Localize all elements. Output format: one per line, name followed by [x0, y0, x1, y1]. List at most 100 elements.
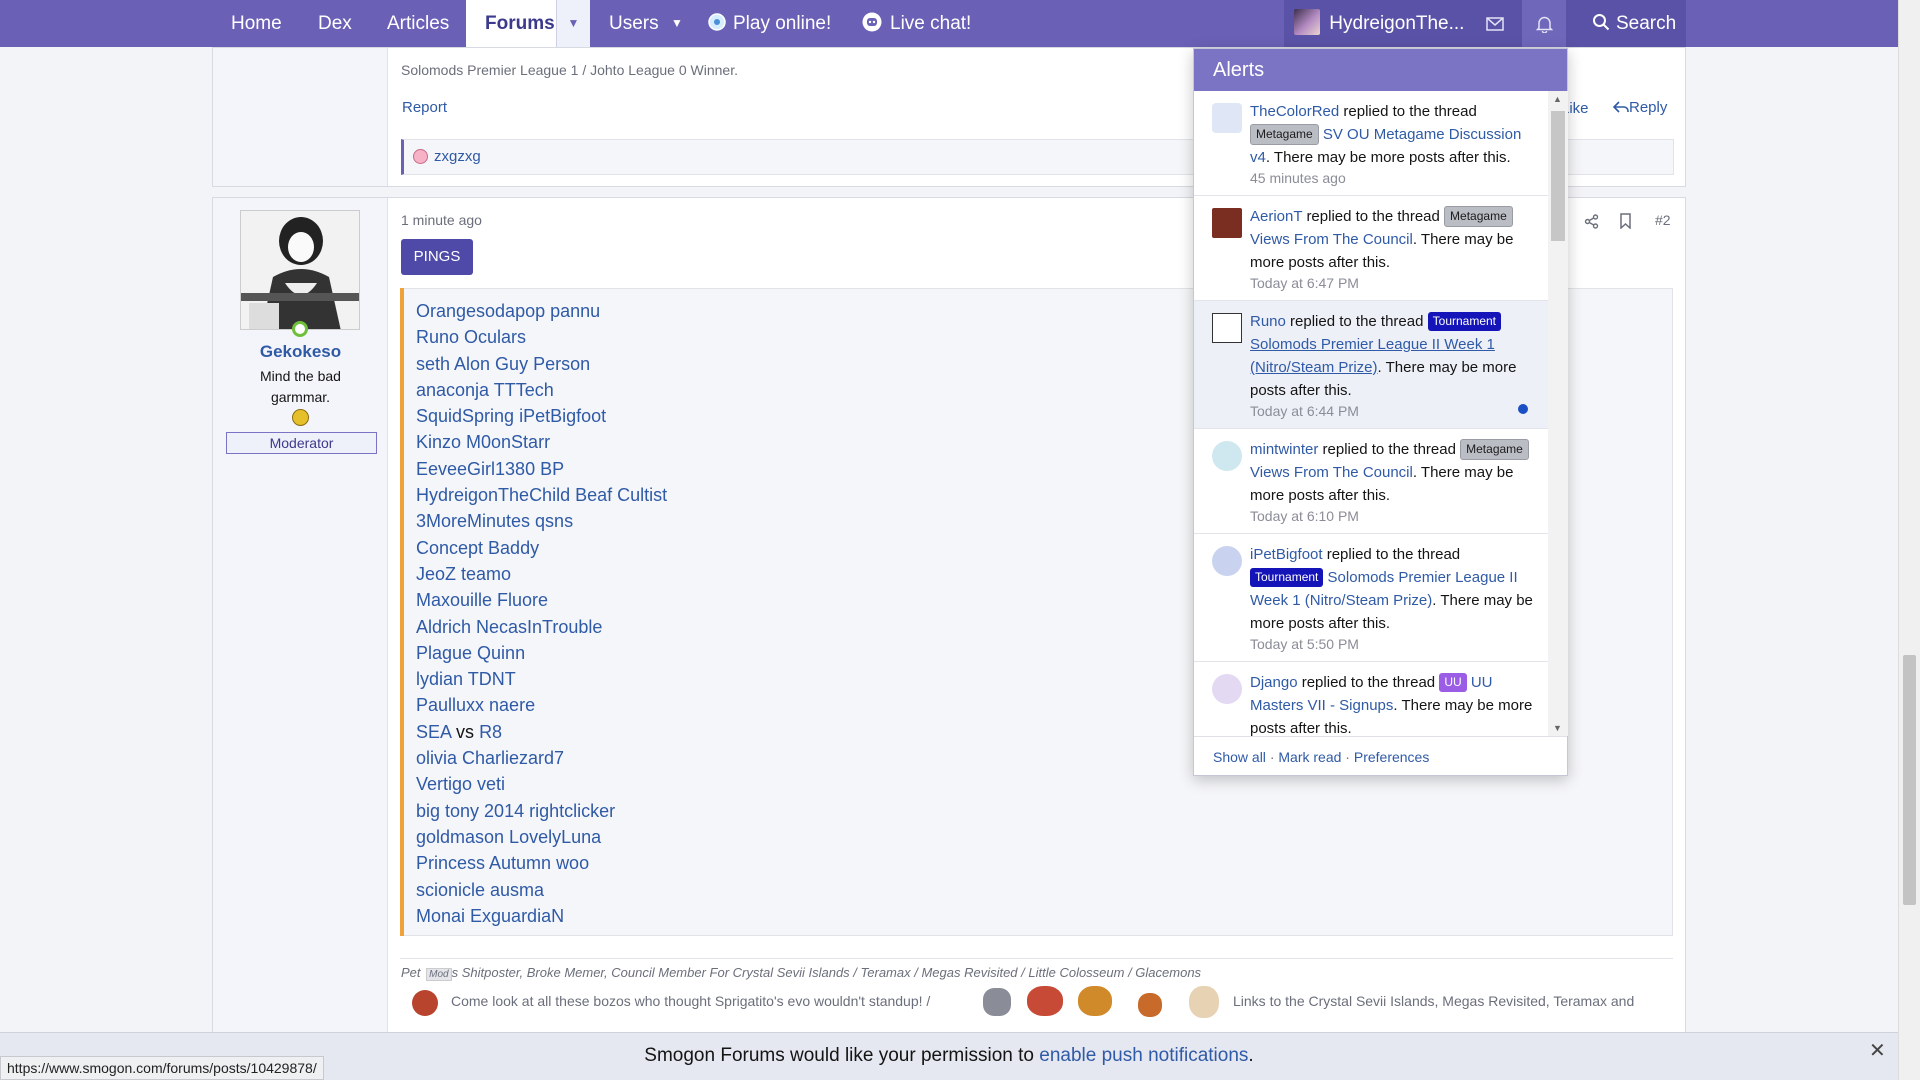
ping-item[interactable]: scionicle ausma — [416, 877, 667, 903]
ping-item[interactable]: seth Alon Guy Person — [416, 351, 667, 377]
scroll-down-arrow-icon[interactable]: ▼ — [1553, 723, 1562, 733]
ping-item[interactable]: Paulluxx naere — [416, 692, 667, 718]
ping-item[interactable]: Maxouille Fluore — [416, 587, 667, 613]
status-bar-url: https://www.smogon.com/forums/posts/1042… — [0, 1056, 324, 1080]
nav-articles[interactable]: Articles — [387, 0, 449, 47]
alert-prefix-tag: Metagame — [1250, 124, 1319, 145]
ping-item[interactable]: olivia Charliezard7 — [416, 745, 667, 771]
alert-user-link[interactable]: AerionT — [1250, 208, 1302, 225]
pings-spoiler-button[interactable]: PINGS — [401, 239, 473, 275]
alert-user-avatar — [1212, 313, 1242, 343]
pokemon-sprite-icon — [1189, 986, 1219, 1018]
preferences-link[interactable]: Preferences — [1354, 749, 1429, 765]
alerts-list: TheColorRed replied to the thread Metaga… — [1194, 91, 1548, 736]
ping-item[interactable]: lydian TDNT — [416, 666, 667, 692]
ping-item[interactable]: Concept Baddy — [416, 535, 667, 561]
alert-prefix-tag: Tournament — [1250, 568, 1324, 587]
alert-thread-link[interactable]: Views From The Council — [1250, 464, 1413, 481]
report-link[interactable]: Report — [402, 99, 447, 116]
post-signature-line: Solomods Premier League 1 / Johto League… — [401, 62, 738, 78]
alert-prefix-tag: UU — [1439, 673, 1467, 692]
nav-user-account[interactable]: HydreigonThe... — [1294, 0, 1464, 47]
alerts-scrollbar[interactable]: ▲ ▼ — [1548, 91, 1568, 736]
ping-item[interactable]: Aldrich NecasInTrouble — [416, 614, 667, 640]
alert-item[interactable]: mintwinter replied to the thread Metagam… — [1194, 429, 1548, 534]
ping-item[interactable]: Orangesodapop pannu — [416, 298, 667, 324]
ping-item[interactable]: anaconja TTTech — [416, 377, 667, 403]
nav-play-online[interactable]: Play online! — [707, 0, 831, 47]
ping-item[interactable]: EeveeGirl1380 BP — [416, 456, 667, 482]
signature-line-1: Pet Mod s Shitposter, Broke Memer, Counci… — [401, 965, 1202, 981]
alert-user-link[interactable]: iPetBigfoot — [1250, 546, 1323, 563]
sig-text: s Shitposter, Broke Memer, Council Membe… — [451, 965, 1202, 980]
alert-suffix: . There may be more posts after this. — [1265, 149, 1511, 166]
alert-action: replied to the thread — [1322, 441, 1456, 458]
close-notice-icon[interactable]: ✕ — [1869, 1041, 1886, 1061]
ping-versus-left[interactable]: SEA — [416, 722, 451, 742]
nav-search[interactable]: Search — [1580, 0, 1686, 47]
nav-home[interactable]: Home — [231, 0, 282, 47]
ping-item[interactable]: 3MoreMinutes qsns — [416, 508, 667, 534]
alert-item-unread[interactable]: Runo replied to the thread Tournament So… — [1194, 301, 1548, 429]
sig-mod-badge: Mod — [426, 968, 452, 981]
reply-link[interactable]: Reply — [1613, 99, 1667, 116]
ping-item[interactable]: Vertigo veti — [416, 771, 667, 797]
play-online-label: Play online! — [733, 13, 832, 34]
scroll-up-arrow-icon[interactable]: ▲ — [1553, 94, 1562, 104]
bookmark-icon[interactable] — [1619, 213, 1632, 229]
nav-live-chat[interactable]: Live chat! — [862, 0, 971, 47]
mark-read-link[interactable]: Mark read — [1278, 749, 1341, 765]
ping-item[interactable]: Princess Autumn woo — [416, 850, 667, 876]
alert-user-link[interactable]: Django — [1250, 674, 1298, 691]
nav-dex[interactable]: Dex — [318, 0, 352, 47]
alert-thread-link[interactable]: Views From The Council — [1250, 231, 1413, 248]
avatar-sketch-image — [241, 211, 359, 329]
alerts-footer: Show all · Mark read · Preferences — [1194, 736, 1567, 776]
alert-user-link[interactable]: Runo — [1250, 313, 1286, 330]
ping-item[interactable]: JeoZ teamo — [416, 561, 667, 587]
author-badge-icon — [292, 409, 309, 426]
reply-icon — [1613, 100, 1629, 113]
alert-time: Today at 6:10 PM — [1250, 508, 1359, 524]
author-name[interactable]: Gekokeso — [213, 342, 388, 362]
online-status-icon — [292, 321, 308, 337]
ping-item[interactable]: SquidSpring iPetBigfoot — [416, 403, 667, 429]
alerts-scrollbar-thumb[interactable] — [1551, 111, 1565, 241]
share-icon[interactable] — [1584, 214, 1599, 229]
ping-item[interactable]: HydreigonTheChild Beaf Cultist — [416, 482, 667, 508]
alert-item[interactable]: TheColorRed replied to the thread Metaga… — [1194, 91, 1548, 196]
play-online-icon — [708, 13, 726, 32]
page-scrollbar[interactable] — [1898, 0, 1920, 1080]
reaction-user-link[interactable]: zxgzxg — [434, 148, 481, 165]
ping-item[interactable]: Monai ExguardiaN — [416, 903, 667, 929]
users-dropdown-caret-icon[interactable]: ▼ — [660, 0, 694, 47]
enable-push-link[interactable]: enable push notifications — [1039, 1045, 1248, 1066]
ping-item[interactable]: big tony 2014 rightclicker — [416, 798, 667, 824]
ping-item[interactable]: goldmason LovelyLuna — [416, 824, 667, 850]
nav-inbox[interactable] — [1474, 0, 1516, 47]
post-timestamp[interactable]: 1 minute ago — [401, 212, 482, 228]
ping-versus-right[interactable]: R8 — [479, 722, 502, 742]
alert-item[interactable]: iPetBigfoot replied to the thread Tourna… — [1194, 534, 1548, 662]
author-user-title: Mind the bad garmmar. — [260, 368, 341, 405]
ping-versus-word: vs — [456, 721, 475, 742]
unread-indicator-icon[interactable] — [1518, 404, 1528, 414]
alert-user-avatar — [1212, 674, 1242, 704]
forums-dropdown-caret-icon[interactable]: ▼ — [556, 0, 590, 47]
nav-forums[interactable]: Forums — [466, 0, 558, 47]
ping-item[interactable]: Kinzo M0onStarr — [416, 429, 667, 455]
post-number[interactable]: #2 — [1655, 212, 1671, 228]
author-avatar[interactable] — [240, 210, 360, 330]
alert-user-link[interactable]: mintwinter — [1250, 441, 1318, 458]
nav-users[interactable]: Users — [609, 0, 659, 47]
ping-item[interactable]: Plague Quinn — [416, 640, 667, 666]
post-author-sidebar: Gekokeso Mind the bad garmmar. Moderator — [213, 198, 388, 1036]
show-all-link[interactable]: Show all — [1213, 749, 1266, 765]
nav-alerts[interactable] — [1522, 0, 1566, 47]
alert-item[interactable]: AerionT replied to the thread Metagame V… — [1194, 196, 1548, 301]
page-scrollbar-thumb[interactable] — [1903, 655, 1916, 905]
alert-time: Today at 6:47 PM — [1250, 275, 1359, 291]
alert-item[interactable]: Django replied to the thread UU UU Maste… — [1194, 662, 1548, 736]
alert-user-link[interactable]: TheColorRed — [1250, 103, 1339, 120]
ping-item[interactable]: Runo Oculars — [416, 324, 667, 350]
